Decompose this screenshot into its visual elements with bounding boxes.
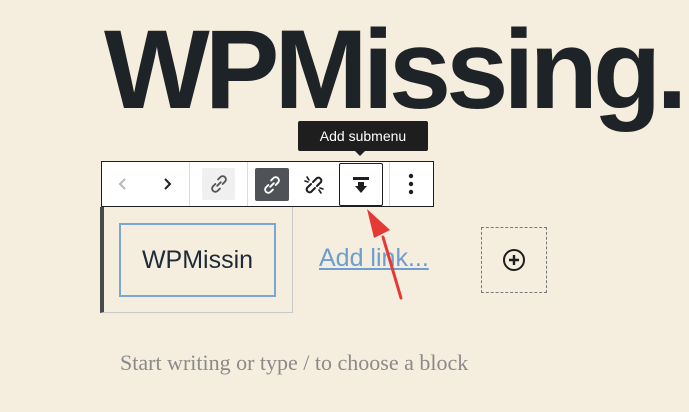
- annotation-arrow-icon: [367, 209, 403, 300]
